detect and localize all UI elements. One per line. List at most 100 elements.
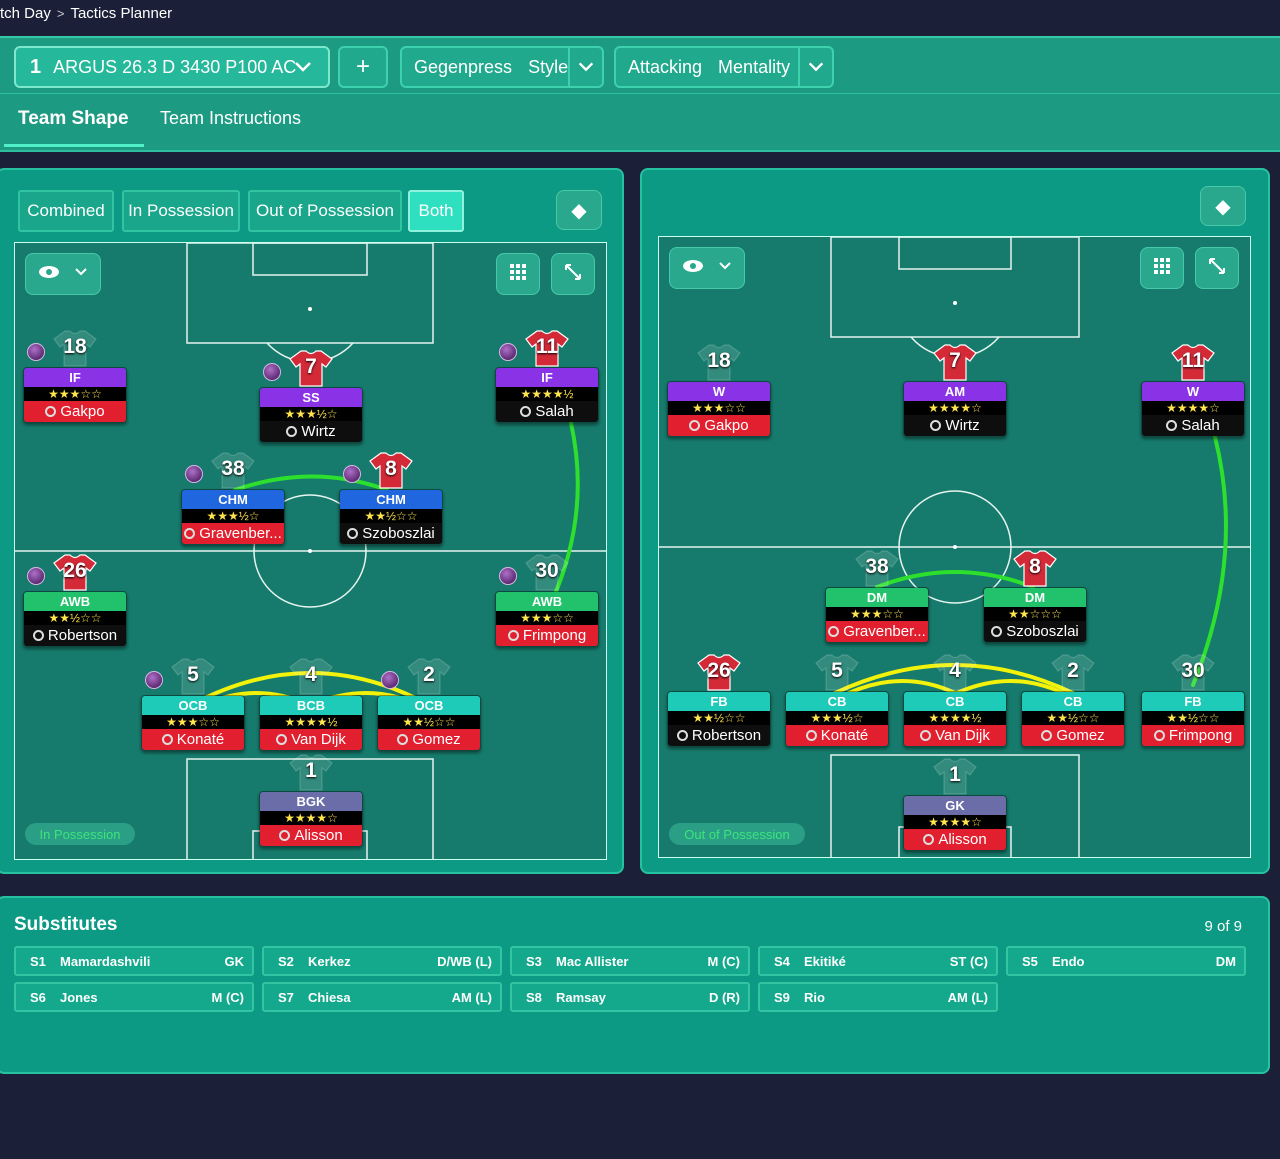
mode-combined-label: Combined [27, 201, 105, 220]
player-card[interactable]: BCB ★★★★½ Van Dijk [259, 695, 363, 751]
substitute-item[interactable]: S1 Mamardashvili GK [14, 946, 254, 976]
tactic-selector[interactable]: 1 ARGUS 26.3 D 3430 P100 AC [14, 46, 330, 88]
substitute-item[interactable]: S2 Kerkez D/WB (L) [262, 946, 502, 976]
substitute-item[interactable]: S6 Jones M (C) [14, 982, 254, 1012]
expand-button[interactable] [551, 253, 595, 295]
ball-icon [145, 671, 163, 689]
diamond-icon: ◆ [1215, 195, 1231, 218]
ball-icon [499, 343, 517, 361]
substitute-item[interactable]: S8 Ramsay D (R) [510, 982, 750, 1012]
style-selector[interactable]: Gegenpress Style [400, 46, 604, 88]
grid-view-button[interactable] [496, 253, 540, 295]
tactic-name: ARGUS 26.3 D 3430 P100 AC [53, 56, 297, 77]
substitute-item[interactable]: S4 Ekitiké ST (C) [758, 946, 998, 976]
player-name-text: Gakpo [704, 417, 749, 434]
person-icon [397, 734, 409, 745]
player-card[interactable]: AM ★★★★☆ Wirtz [903, 381, 1007, 437]
player-name-text: Gravenber... [199, 525, 282, 542]
substitutes-panel: Substitutes 9 of 9 S1 Mamardashvili GK S2 Ke… [0, 896, 1270, 1074]
person-icon [1166, 420, 1178, 431]
player-card[interactable]: CHM ★★½☆☆ Szoboszlai [339, 489, 443, 545]
add-tactic-button[interactable]: + [338, 46, 388, 88]
grid-icon [509, 263, 527, 285]
shirt-number: 30 [1181, 659, 1205, 682]
person-icon [920, 730, 932, 741]
mode-in-possession-button[interactable]: In Possession [122, 190, 240, 232]
person-icon [991, 626, 1003, 637]
player-name: Wirtz [260, 421, 362, 442]
person-icon [828, 626, 840, 637]
substitute-item[interactable]: S5 Endo DM [1006, 946, 1246, 976]
player-card[interactable]: IF ★★★★½ Salah [495, 367, 599, 423]
player-card[interactable]: OCB ★★½☆☆ Gomez [377, 695, 481, 751]
substitute-name: Ramsay [556, 989, 606, 1005]
player-card[interactable]: GK ★★★★☆ Alisson [903, 795, 1007, 851]
breadcrumb-parent[interactable]: tch Day [0, 5, 51, 22]
person-icon [1041, 730, 1053, 741]
substitute-slot: S2 [278, 953, 294, 969]
player-name-text: Van Dijk [935, 727, 990, 744]
player-card[interactable]: CHM ★★★½☆ Gravenber... [181, 489, 285, 545]
breadcrumb-current: Tactics Planner [70, 4, 173, 22]
ball-icon [185, 465, 203, 483]
shirt-number: 4 [305, 663, 317, 686]
shirt-number: 26 [707, 659, 731, 682]
visibility-toggle-button[interactable] [25, 253, 101, 295]
grid-view-button[interactable] [1140, 247, 1184, 289]
tactic-toolbar: 1 ARGUS 26.3 D 3430 P100 AC + Gegenpress… [0, 36, 1280, 94]
mentality-label: Mentality [718, 56, 791, 77]
shirt-number: 2 [423, 663, 435, 686]
player-role: FB [1142, 692, 1244, 711]
player-role: SS [260, 388, 362, 407]
mentality-selector[interactable]: Attacking Mentality [614, 46, 834, 88]
player-card[interactable]: AWB ★★★☆☆ Frimpong [495, 591, 599, 647]
player-card[interactable]: DM ★★☆☆☆ Szoboszlai [983, 587, 1087, 643]
player-name-text: Szoboszlai [362, 525, 435, 542]
expand-button[interactable] [1195, 247, 1239, 289]
player-card[interactable]: W ★★★★☆ Salah [1141, 381, 1245, 437]
diamond-settings-button[interactable]: ◆ [1200, 186, 1246, 226]
ball-icon [343, 465, 361, 483]
player-name: Van Dijk [904, 725, 1006, 746]
player-card[interactable]: OCB ★★★☆☆ Konaté [141, 695, 245, 751]
player-card[interactable]: AWB ★★½☆☆ Robertson [23, 591, 127, 647]
player-card[interactable]: DM ★★★☆☆ Gravenber... [825, 587, 929, 643]
player-card[interactable]: W ★★★☆☆ Gakpo [667, 381, 771, 437]
player-card[interactable]: CB ★★★★½ Van Dijk [903, 691, 1007, 747]
tab-team-instructions[interactable]: Team Instructions [160, 108, 301, 129]
player-card[interactable]: FB ★★½☆☆ Frimpong [1141, 691, 1245, 747]
substitute-item[interactable]: S7 Chiesa AM (L) [262, 982, 502, 1012]
player-card[interactable]: CB ★★★½☆ Konaté [785, 691, 889, 747]
visibility-toggle-button[interactable] [669, 247, 745, 289]
breadcrumb: tch Day > Tactics Planner [0, 0, 172, 26]
mode-out-of-possession-button[interactable]: Out of Possession [248, 190, 402, 232]
player-rating-stars: ★★★☆☆ [826, 607, 928, 621]
substitute-item[interactable]: S3 Mac Allister M (C) [510, 946, 750, 976]
person-icon [923, 834, 935, 845]
player-name: Gomez [1022, 725, 1124, 746]
player-rating-stars: ★★★★☆ [260, 811, 362, 825]
player-card[interactable]: BGK ★★★★☆ Alisson [259, 791, 363, 847]
player-card[interactable]: IF ★★★☆☆ Gakpo [23, 367, 127, 423]
player-name: Gravenber... [182, 523, 284, 544]
diamond-settings-button[interactable]: ◆ [556, 190, 602, 230]
player-name: Salah [1142, 415, 1244, 436]
mode-both-button[interactable]: Both [408, 190, 464, 232]
player-role: CHM [182, 490, 284, 509]
player-rating-stars: ★★½☆☆ [378, 715, 480, 729]
player-card[interactable]: FB ★★½☆☆ Robertson [667, 691, 771, 747]
mode-out-of-possession-label: Out of Possession [256, 201, 394, 220]
player-card[interactable]: CB ★★½☆☆ Gomez [1021, 691, 1125, 747]
substitute-position: M (C) [707, 953, 741, 969]
tab-team-shape-label: Team Shape [18, 108, 129, 129]
shirt-number: 8 [1029, 555, 1041, 578]
substitute-slot: S1 [30, 953, 46, 969]
player-card[interactable]: SS ★★★½☆ Wirtz [259, 387, 363, 443]
substitute-item[interactable]: S9 Rio AM (L) [758, 982, 998, 1012]
mode-combined-button[interactable]: Combined [18, 190, 114, 232]
player-name: Wirtz [904, 415, 1006, 436]
substitute-position: D/WB (L) [437, 953, 492, 969]
person-icon [689, 420, 701, 431]
substitute-name: Rio [804, 989, 825, 1005]
tab-team-shape[interactable]: Team Shape [18, 108, 129, 130]
